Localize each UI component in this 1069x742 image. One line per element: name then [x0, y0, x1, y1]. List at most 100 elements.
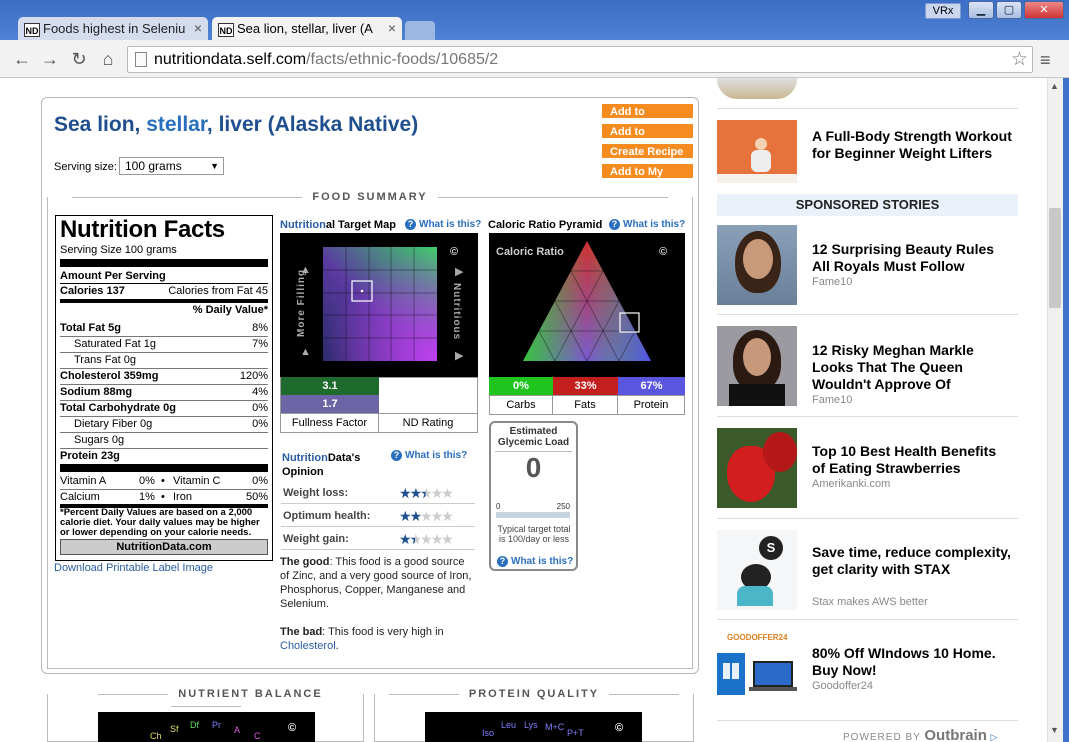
vitamin-right-pct: 0%	[252, 475, 268, 487]
nutrient-row: Cholesterol 359mg 120%	[60, 369, 268, 383]
scrollbar-thumb[interactable]	[1049, 208, 1061, 308]
close-tab-icon[interactable]: ×	[194, 17, 202, 40]
caloric-ratio-pyramid[interactable]: Caloric Ratio ©	[489, 233, 685, 377]
protein-label: Protein	[618, 395, 685, 415]
face	[743, 338, 771, 376]
home-icon[interactable]: ⌂	[96, 48, 120, 70]
star-rating: ★★★★★	[399, 482, 454, 504]
add-to-compare-button[interactable]: Add to Compare	[601, 123, 694, 139]
story-title-link[interactable]: A Full-Body Strength Workout for Beginne…	[812, 128, 1012, 162]
nutrient-row: Sugars 0g	[60, 433, 268, 447]
story-thumbnail-royals[interactable]	[717, 225, 797, 305]
chart-label: Lys	[524, 720, 538, 730]
add-to-tracking-button[interactable]: Add to Tracking	[601, 103, 694, 119]
reload-icon[interactable]: ↻	[67, 48, 91, 70]
close-window-button[interactable]: ✕	[1024, 1, 1064, 19]
star-filled-icon: ★	[399, 485, 411, 501]
chart-label: Df	[190, 720, 199, 730]
right-arrow-icon: ▶	[455, 350, 464, 362]
cholesterol-link[interactable]: Cholesterol	[280, 640, 336, 652]
story-thumbnail-windows[interactable]: GOODOFFER24	[717, 631, 797, 711]
star-empty-icon: ★	[430, 531, 443, 547]
food-title-link[interactable]: stellar	[146, 113, 207, 136]
help-icon: ?	[391, 450, 402, 461]
nutrient-balance-chart[interactable]: Sf Df Pr A Ch C ©	[98, 712, 315, 742]
up-arrow-icon: ▲	[300, 346, 311, 358]
star-empty-icon: ★	[430, 485, 443, 501]
scroll-down-icon[interactable]: ▼	[1050, 725, 1059, 735]
divider	[717, 314, 1018, 315]
dropdown-arrow-icon: ▼	[210, 161, 219, 171]
the-good-text: The good: This food is a good source of …	[280, 555, 475, 611]
back-arrow-icon[interactable]: ←	[10, 48, 34, 70]
story-title-link[interactable]: Top 10 Best Health Benefits of Eating St…	[812, 443, 1012, 477]
story-thumbnail-workout[interactable]	[717, 120, 797, 183]
powered-by-text: POWERED BY	[843, 732, 921, 742]
caloric-pyramid-title: Caloric Ratio Pyramid	[488, 219, 603, 231]
bookmark-star-icon[interactable]: ☆	[1011, 47, 1028, 72]
tab-sea-lion-liver[interactable]: ND Sea lion, stellar, liver (A ×	[212, 17, 402, 40]
daily-value-header: % Daily Value*	[192, 304, 268, 316]
help-text: What is this?	[419, 219, 482, 230]
star-empty-icon: ★	[441, 508, 453, 524]
star-filled-icon: ★	[409, 485, 422, 501]
glycemic-min: 0	[496, 502, 501, 511]
story-title-link[interactable]: 12 Surprising Beauty Rules All Royals Mu…	[812, 241, 1012, 275]
laptop-screen	[753, 661, 793, 687]
star-rating: ★★★★★	[399, 528, 454, 550]
story-thumbnail-strawberries[interactable]	[717, 428, 797, 508]
scroll-up-icon[interactable]: ▲	[1050, 81, 1059, 91]
divider	[717, 416, 1018, 417]
nutritional-target-map[interactable]: ▲ ▲ ▶ ▶ © More Filling Nutritious	[280, 233, 478, 377]
nutrient-row: Protein 23g	[60, 449, 268, 463]
help-text: What is this?	[511, 556, 574, 567]
story-title-link[interactable]: 12 Risky Meghan Markle Looks That The Qu…	[812, 342, 1012, 393]
serving-size-select[interactable]: 100 grams ▼	[119, 157, 224, 175]
nutrient-label: Sodium 88mg	[60, 386, 133, 398]
create-recipe-button[interactable]: Create Recipe	[601, 143, 694, 159]
maximize-button[interactable]: ▢	[996, 1, 1022, 19]
target-map-help-link[interactable]: ? What is this?	[405, 219, 481, 230]
vertical-scrollbar[interactable]	[1047, 78, 1063, 742]
profile-badge[interactable]: VRx	[925, 3, 961, 19]
address-bar[interactable]: nutritiondata.self.com/facts/ethnic-food…	[127, 46, 1033, 73]
powered-by-outbrain[interactable]: POWERED BY Outbrain ▷	[843, 727, 999, 742]
tab-foods-highest-selenium[interactable]: ND Foods highest in Seleniu ×	[18, 17, 208, 40]
strawberry	[763, 432, 797, 472]
forward-arrow-icon[interactable]: →	[38, 48, 62, 70]
story-thumbnail-meghan[interactable]	[717, 326, 797, 406]
nutrient-label: Total Fat 5g	[60, 322, 121, 334]
chart-label: A	[234, 725, 241, 735]
glycemic-max: 250	[556, 502, 570, 511]
amount-per-serving: Amount Per Serving	[60, 270, 166, 282]
story-source: Fame10	[812, 394, 853, 406]
glycemic-help-link[interactable]: ? What is this?	[497, 556, 573, 567]
new-tab-button[interactable]	[405, 21, 435, 40]
caloric-ratio-label: Caloric Ratio	[496, 246, 564, 258]
vitamin-row: Calcium 1% • Iron 50%	[60, 490, 268, 504]
protein-quality-chart[interactable]: Leu Lys M+C Iso P+T ©	[425, 712, 642, 742]
divider	[717, 108, 1018, 109]
goodoffer-logo: GOODOFFER24	[727, 633, 788, 642]
story-thumbnail-stax[interactable]: S	[717, 530, 797, 610]
opinion-help-link[interactable]: ? What is this?	[391, 450, 467, 461]
minimize-button[interactable]: ▁	[968, 1, 994, 19]
url-path: /facts/ethnic-foods/10685/2	[306, 51, 499, 68]
sponsored-stories-heading: SPONSORED STORIES	[717, 194, 1018, 216]
story-title-link[interactable]: 80% Off WIndows 10 Home. Buy Now!	[812, 645, 1012, 679]
nutritiondata-brand[interactable]: NutritionData.com	[60, 539, 268, 555]
page-icon	[135, 52, 147, 67]
story-title-link[interactable]: Save time, reduce complexity, get clarit…	[812, 544, 1012, 578]
fullness-factor-label: Fullness Factor	[280, 413, 379, 433]
chart-label: Iso	[482, 728, 495, 738]
close-tab-icon[interactable]: ×	[388, 17, 396, 40]
serving-size-label: Serving size:	[54, 161, 117, 173]
story-thumbnail-food[interactable]	[717, 78, 797, 99]
food-title-part: Sea lion	[54, 113, 135, 136]
opinion-row: Weight loss: ★★★★★	[281, 482, 475, 504]
chart-label: C	[254, 731, 261, 741]
menu-icon[interactable]: ≡	[1040, 50, 1051, 71]
caloric-pyramid-help-link[interactable]: ? What is this?	[609, 219, 685, 230]
add-to-my-button[interactable]: Add to My	[601, 163, 694, 179]
download-label-link[interactable]: Download Printable Label Image	[54, 562, 213, 574]
